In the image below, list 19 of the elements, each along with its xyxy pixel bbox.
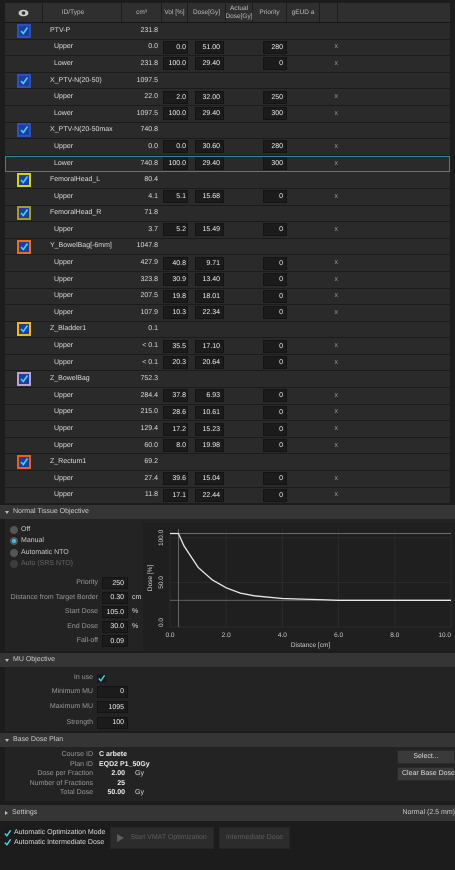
radio-button[interactable] (10, 548, 18, 557)
expander-icon[interactable] (5, 811, 8, 816)
structure-checkbox[interactable] (17, 206, 31, 220)
play-icon (117, 834, 124, 842)
radio-button[interactable] (10, 537, 18, 546)
expander-icon[interactable] (5, 738, 9, 742)
radio-button[interactable] (10, 526, 18, 534)
eye-icon[interactable] (18, 8, 29, 16)
structure-checkbox[interactable] (17, 455, 31, 470)
checkbox[interactable] (97, 674, 106, 683)
structure-checkbox[interactable] (17, 240, 31, 254)
structure-checkbox[interactable] (17, 24, 31, 38)
structure-checkbox[interactable] (17, 123, 31, 138)
structure-checkbox[interactable] (17, 372, 31, 386)
structure-checkbox[interactable] (17, 74, 31, 88)
expander-icon[interactable] (5, 510, 9, 514)
structure-checkbox[interactable] (17, 322, 31, 336)
expander-icon[interactable] (5, 658, 9, 662)
structure-checkbox[interactable] (17, 173, 31, 188)
